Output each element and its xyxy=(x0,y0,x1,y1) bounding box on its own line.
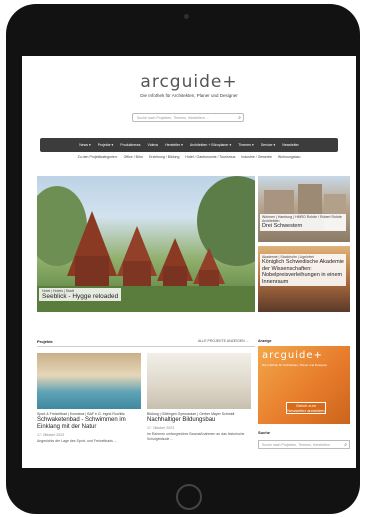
search-icon[interactable]: ⌕ xyxy=(238,114,241,122)
project-meta: Bildung | Göttingen Gymnasium | Gerber M… xyxy=(147,412,235,416)
project-excerpt: Im Rahmen umfangreicher Baumaßnahmen an … xyxy=(147,432,245,441)
subnav-item[interactable]: Office / Büro xyxy=(124,155,143,159)
camera-icon xyxy=(184,14,189,19)
nav-item[interactable]: Projekte ▾ xyxy=(98,143,114,147)
side-caption: Wohnen | Hamburg | HMRO Rohde / Robert R… xyxy=(260,214,346,231)
side-image xyxy=(264,184,346,230)
side-story-1[interactable]: Wohnen | Hamburg | HMRO Rohde / Robert R… xyxy=(258,176,350,242)
project-date: 17. Oktober 2023 xyxy=(147,426,175,430)
search-input[interactable]: Suche nach Projekten, Themen, Hersteller… xyxy=(132,113,244,122)
ad-logo: arcguide+ xyxy=(262,350,323,361)
search-icon[interactable]: ⌕ xyxy=(344,441,347,449)
newsletter-ad[interactable]: arcguide+ Die Infothek für Architekten, … xyxy=(258,346,350,424)
project-title[interactable]: Schwaketenbad - Schwimmen im Einklang mi… xyxy=(37,417,141,431)
ad-subtitle: Die Infothek für Architekten, Planer und… xyxy=(262,363,328,367)
home-button[interactable] xyxy=(176,484,202,510)
project-meta: Sport & Freizeitbad | Konstanz | BAF e.G… xyxy=(37,412,125,416)
project-title[interactable]: Nachhaltiger Bildungsbau xyxy=(147,417,251,424)
nav-item[interactable]: Architekten + Büroplaner ▾ xyxy=(190,143,231,147)
nav-item[interactable]: Newsletter xyxy=(282,143,299,147)
nav-item[interactable]: Produktnews xyxy=(120,143,140,147)
all-projects-link[interactable]: ALLE PROJEKTE ANZEIGEN → xyxy=(198,339,249,343)
nav-item[interactable]: Hersteller ▾ xyxy=(165,143,183,147)
site-tagline: Die Infothek für Architekten, Planer und… xyxy=(140,93,238,98)
category-navigation: Zu den Projektkategorien: Office / Büro … xyxy=(40,155,338,159)
feature-caption: Hotel | Hotels | Stadt Seeblick - Hygge … xyxy=(39,288,122,301)
website-screen: arcguide+ Die Infothek für Architekten, … xyxy=(22,56,356,468)
subnav-item[interactable]: Erziehung / Bildung xyxy=(149,155,179,159)
main-navigation: News ▾ Projekte ▾ Produktnews Videos Her… xyxy=(40,138,338,152)
nav-item[interactable]: Videos xyxy=(148,143,159,147)
feature-story[interactable]: Hotel | Hotels | Stadt Seeblick - Hygge … xyxy=(37,176,255,312)
project-date: 17. Oktober 2023 xyxy=(37,433,65,437)
nav-item[interactable]: Service ▾ xyxy=(261,143,275,147)
site-logo[interactable]: arcguide+ xyxy=(22,72,356,92)
nav-item[interactable]: Themen ▾ xyxy=(238,143,254,147)
project-card[interactable]: Sport & Freizeitbad | Konstanz | BAF e.G… xyxy=(37,353,141,444)
subnav-label: Zu den Projektkategorien: xyxy=(77,155,118,159)
project-excerpt: Angesichts der Lage des Sport- und Freiz… xyxy=(37,439,117,443)
side-title[interactable]: Königlich Schwedische Akademie der Wisse… xyxy=(262,259,344,285)
projects-heading: Projekte xyxy=(37,339,53,344)
subnav-item[interactable]: Hotel / Gastronomie / Tourismus xyxy=(185,155,235,159)
newsletter-signup-button[interactable]: Gleich zum Newsletter anmelden xyxy=(286,402,326,414)
subnav-item[interactable]: Wohnungsbau xyxy=(278,155,301,159)
feature-title[interactable]: Seeblick - Hygge reloaded xyxy=(42,293,118,300)
nav-item[interactable]: News ▾ xyxy=(79,143,90,147)
ad-label: Anzeige xyxy=(258,339,272,343)
project-card[interactable]: Bildung | Göttingen Gymnasium | Gerber M… xyxy=(147,353,251,441)
side-tags: Wohnen | Hamburg | HMRO Rohde / Robert R… xyxy=(262,215,342,223)
side-title[interactable]: Drei Schwestern xyxy=(262,223,344,230)
sidebar-search-input[interactable]: Suche nach Projekten, Themen, Hersteller… xyxy=(258,440,350,449)
search-heading: Suche xyxy=(258,430,271,435)
project-image xyxy=(147,353,251,409)
side-caption: Akademie | Stockholm | Ligninfrei Königl… xyxy=(260,254,346,286)
project-image xyxy=(37,353,141,409)
divider xyxy=(37,346,255,347)
subnav-item[interactable]: Industrie / Gewerbe xyxy=(241,155,272,159)
side-story-2[interactable]: Akademie | Stockholm | Ligninfrei Königl… xyxy=(258,246,350,312)
